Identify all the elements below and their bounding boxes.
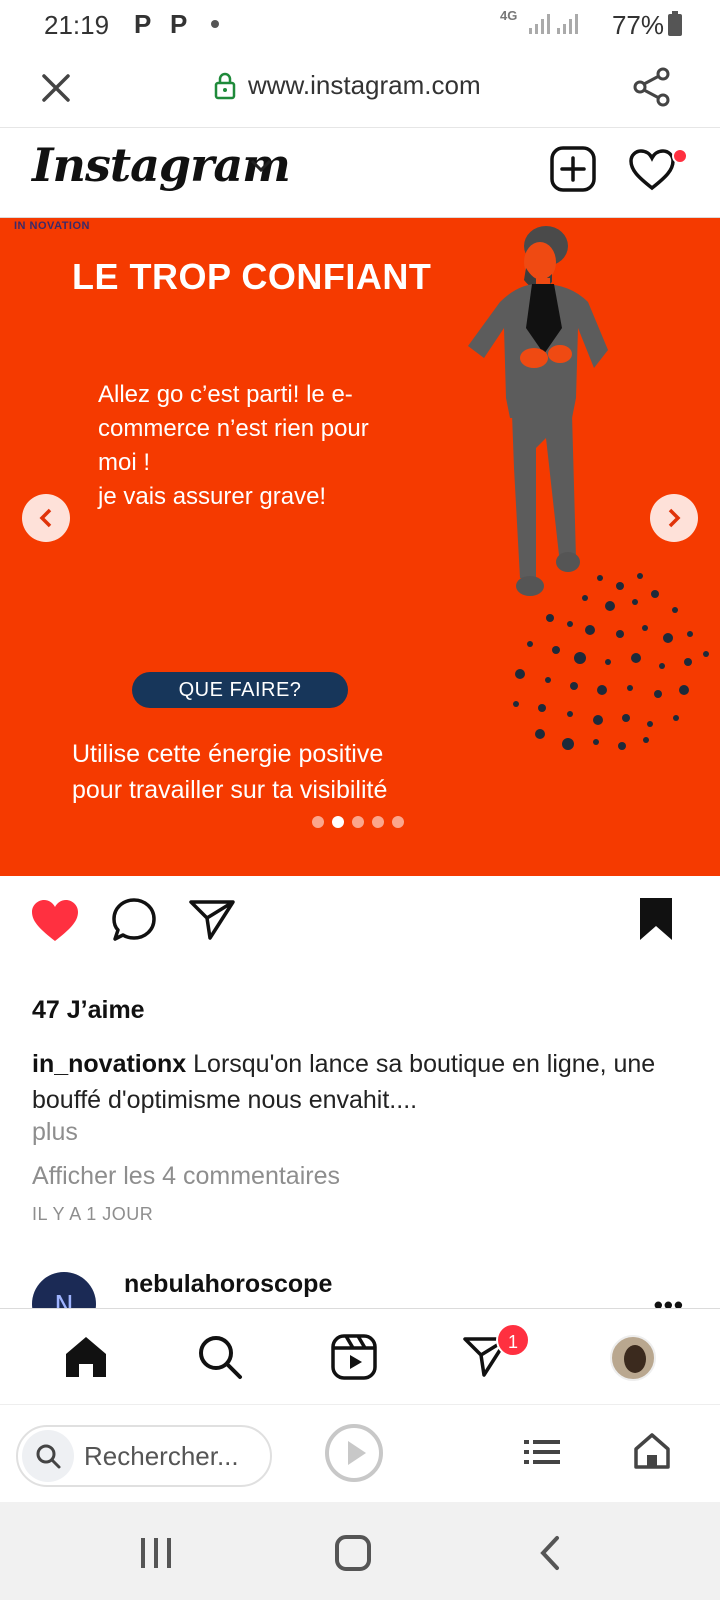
status-time: 21:19 <box>44 10 110 40</box>
nebula-logo-icon: N <box>34 1274 94 1308</box>
chevron-down-icon[interactable] <box>250 158 272 174</box>
signal-icon <box>557 14 578 34</box>
dot-pattern-decoration <box>513 573 709 750</box>
caption-more-link[interactable]: plus <box>32 1118 78 1147</box>
avatar[interactable]: N <box>32 1272 96 1308</box>
battery-icon <box>668 11 682 36</box>
carousel-next-button[interactable] <box>650 494 698 542</box>
comment-icon[interactable] <box>110 896 158 944</box>
post-actions <box>0 896 720 966</box>
bookmark-saved-icon[interactable] <box>636 896 676 942</box>
next-post-username[interactable]: nebulahoroscope <box>124 1270 332 1299</box>
url-bar[interactable]: www.instagram.com <box>214 70 481 101</box>
search-button[interactable] <box>22 1430 74 1482</box>
close-icon[interactable] <box>40 72 72 104</box>
browser-home-icon[interactable] <box>632 1431 672 1471</box>
home-icon <box>66 1337 106 1377</box>
nav-search[interactable] <box>192 1329 248 1385</box>
post-timestamp: IL Y A 1 JOUR <box>32 1204 154 1224</box>
notification-icon: P <box>170 9 188 39</box>
chevron-left-icon <box>39 508 52 528</box>
recent-apps-icon[interactable] <box>138 1536 174 1570</box>
url-text: www.instagram.com <box>248 70 481 100</box>
direct-badge: 1 <box>496 1323 530 1357</box>
battery-percent: 77% <box>611 10 664 40</box>
carousel-dot <box>372 816 384 828</box>
carousel-dot <box>312 816 324 828</box>
search-icon <box>199 1336 242 1379</box>
android-nav-bar <box>0 1502 720 1600</box>
home-button-icon[interactable] <box>334 1534 372 1572</box>
search-icon <box>36 1444 61 1469</box>
post-footer-text: Utilise cette énergie positive pour trav… <box>72 740 388 804</box>
post-title: LE TROP CONFIANT <box>72 256 432 297</box>
carousel-dot <box>352 816 364 828</box>
profile-avatar[interactable] <box>610 1335 656 1381</box>
heart-activity-icon[interactable] <box>628 148 676 192</box>
instagram-bottom-nav: 1 <box>0 1308 720 1404</box>
tabs-menu-icon[interactable] <box>522 1437 562 1467</box>
browser-bottom-bar: Rechercher... <box>0 1404 720 1502</box>
back-icon[interactable] <box>538 1534 562 1572</box>
carousel-indicator <box>312 816 404 828</box>
next-post-header: N nebulahoroscope ••• <box>0 1244 720 1308</box>
browser-toolbar: www.instagram.com <box>0 50 720 128</box>
carousel-dot <box>392 816 404 828</box>
cta-pill: QUE FAIRE? <box>132 672 348 708</box>
lock-icon <box>214 72 236 99</box>
notification-dot <box>672 148 688 164</box>
share-direct-icon[interactable] <box>188 898 236 942</box>
post-image[interactable]: IN NOVATION LE TROP CONFIANT Allez go c’… <box>0 218 720 876</box>
signal-icon <box>529 14 550 34</box>
svg-text:N: N <box>54 1291 73 1308</box>
status-bar: 21:19 P P 4G 77% <box>0 0 720 50</box>
instagram-header: Instagram <box>0 128 720 218</box>
play-media-icon[interactable] <box>324 1423 384 1483</box>
like-heart-icon[interactable] <box>30 898 80 944</box>
more-options-icon[interactable]: ••• <box>654 1290 684 1308</box>
search-placeholder: Rechercher... <box>84 1440 239 1471</box>
post-body-text: Allez go c’est parti! le e- commerce n’e… <box>98 381 369 510</box>
nav-reels[interactable] <box>326 1329 382 1385</box>
share-icon[interactable] <box>632 66 672 108</box>
new-post-icon[interactable] <box>550 146 596 192</box>
carousel-prev-button[interactable] <box>22 494 70 542</box>
chevron-right-icon <box>668 508 681 528</box>
likes-count[interactable]: 47 J’aime <box>32 996 145 1025</box>
reels-icon <box>331 1334 377 1380</box>
notification-dot-icon <box>211 20 219 28</box>
caption-username[interactable]: in_novationx <box>32 1050 186 1078</box>
view-comments-link[interactable]: Afficher les 4 commentaires <box>32 1162 340 1191</box>
carousel-dot-active <box>332 816 344 828</box>
browser-search-box[interactable]: Rechercher... <box>16 1425 272 1487</box>
notification-icon: P <box>134 9 152 39</box>
brand-watermark: IN NOVATION <box>14 220 90 232</box>
post-caption: in_novationx Lorsqu'on lance sa boutique… <box>32 1046 692 1118</box>
nav-home[interactable] <box>58 1329 114 1385</box>
network-type: 4G <box>500 8 518 23</box>
